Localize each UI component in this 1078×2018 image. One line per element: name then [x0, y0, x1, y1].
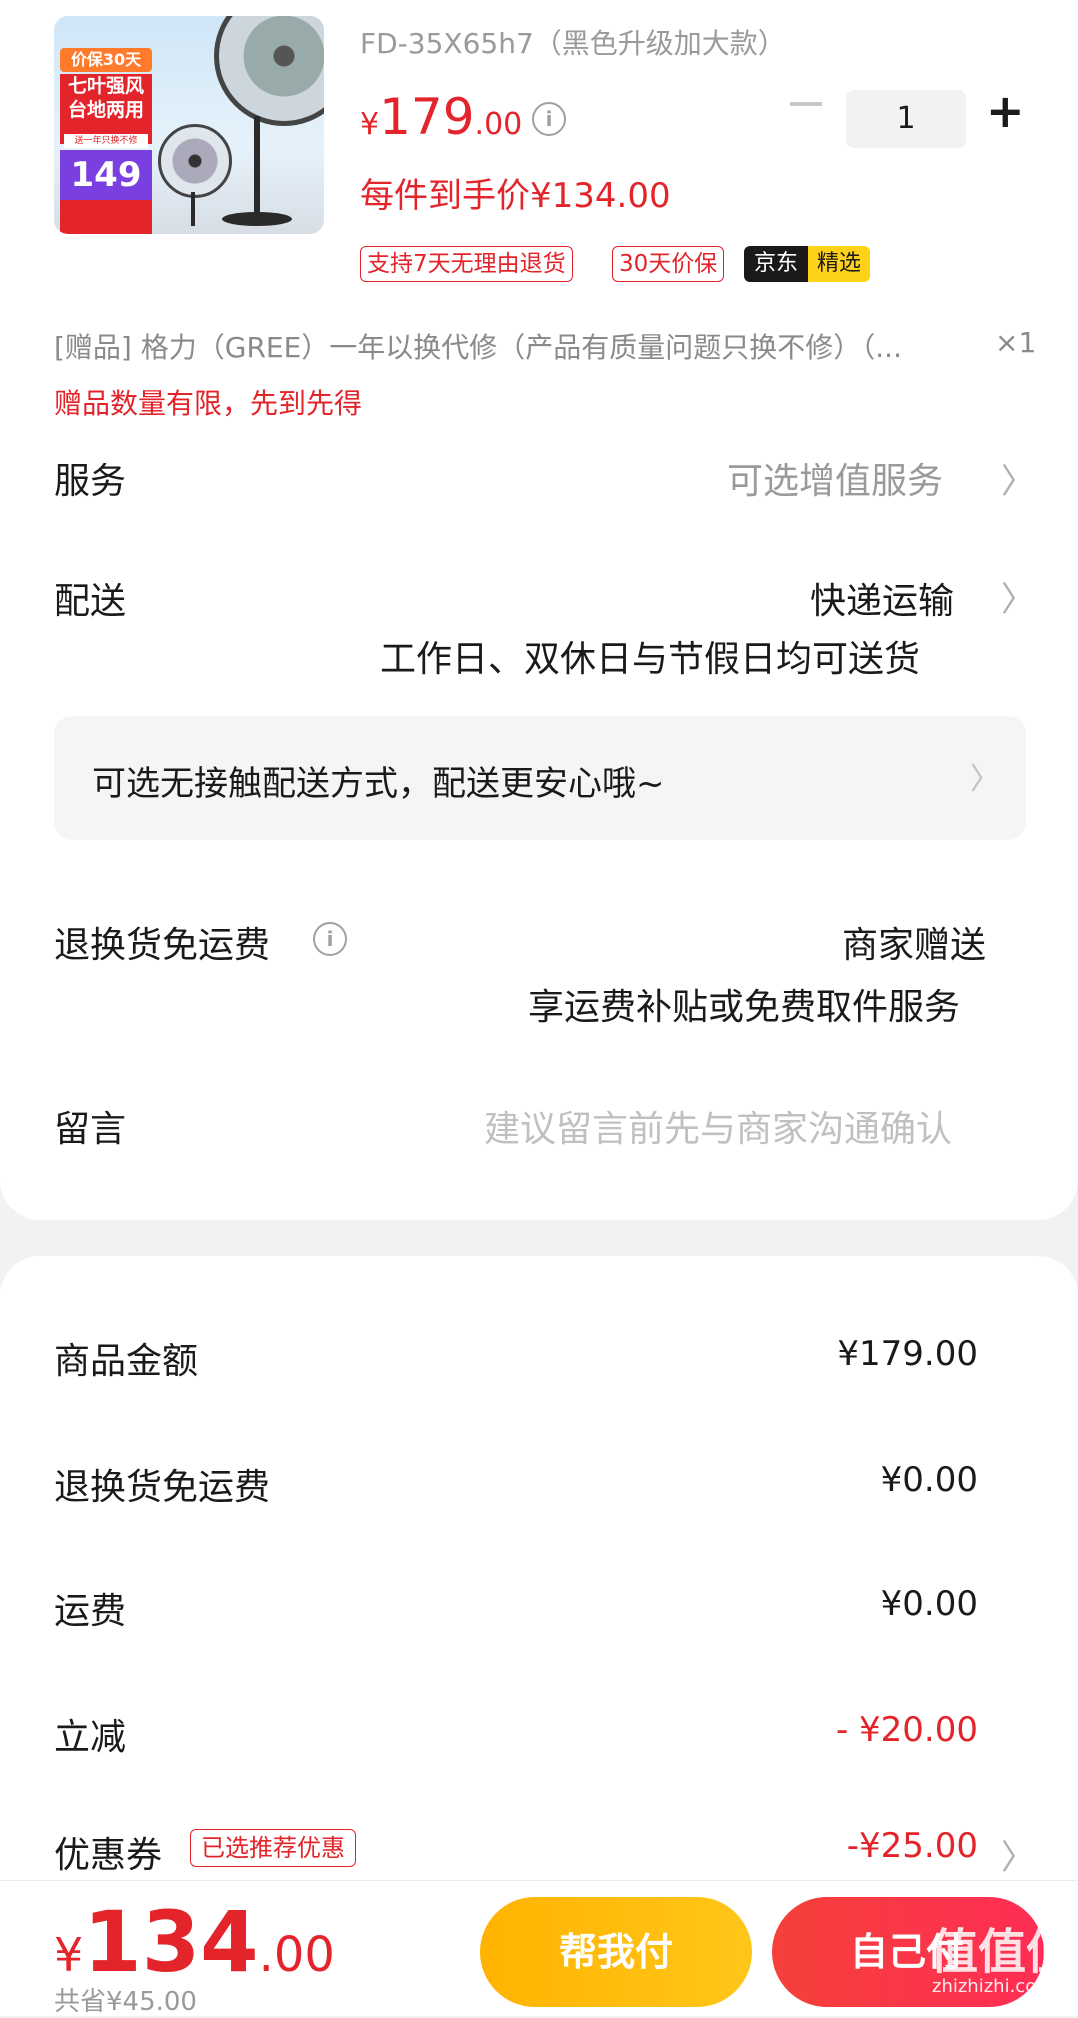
product-image[interactable]: 价保30天 七叶强风台地两用 送一年只换不修 149 — [54, 16, 324, 234]
service-label: 服务 — [54, 461, 127, 502]
return-policy-tag: 支持7天无理由退货 — [360, 246, 573, 282]
jd-label: 京东 — [744, 246, 808, 282]
gift-quantity: ×1 — [995, 326, 1037, 359]
thumbnail-promo-price: 149 — [60, 150, 152, 200]
watermark-url: zhizhizhi.com — [932, 1976, 1054, 1997]
price-protect-tag: 30天价保 — [612, 246, 725, 282]
summary-label-coupon: 优惠券 — [54, 1835, 163, 1876]
small-fan-pole-graphic — [191, 192, 195, 226]
return-shipping-value: 商家赠送 — [842, 925, 987, 966]
price-currency: ¥ — [360, 107, 380, 142]
checkout-bar: ¥134.00 共省¥45.00 帮我付 自己付 — [0, 1880, 1078, 2017]
each-final-price: 每件到手价¥134.00 — [360, 176, 671, 216]
total-saved: 共省¥45.00 — [54, 1987, 197, 2017]
small-fan-graphic — [158, 124, 232, 198]
message-label: 留言 — [54, 1109, 127, 1150]
message-input[interactable]: 建议留言前先与商家沟通确认 — [484, 1100, 952, 1152]
summary-value-coupon[interactable]: -¥25.00 — [847, 1826, 978, 1866]
summary-value-instant-discount: - ¥20.00 — [835, 1710, 978, 1750]
decrease-quantity-button[interactable] — [790, 102, 822, 106]
delivery-label: 配送 — [54, 581, 127, 622]
summary-label-return-shipping: 退换货免运费 — [54, 1467, 271, 1508]
price-info-icon[interactable]: i — [532, 102, 566, 136]
return-shipping-label: 退换货免运费 — [54, 925, 271, 966]
return-shipping-info-icon[interactable]: i — [313, 922, 347, 956]
fan-base-graphic — [222, 212, 292, 226]
delivery-chevron-icon[interactable]: 〉 — [1001, 572, 1035, 621]
thumbnail-sub: 送一年只换不修 — [64, 134, 148, 148]
help-me-pay-button[interactable]: 帮我付 — [480, 1897, 752, 2007]
total-decimal: .00 — [258, 1927, 335, 1983]
product-price: ¥179.00 — [360, 88, 522, 146]
contactless-chevron-icon: 〉 — [970, 762, 1000, 797]
coupon-chevron-icon[interactable]: 〉 — [1001, 1830, 1035, 1879]
thumbnail-tags — [60, 200, 152, 234]
total-price: ¥134.00 — [54, 1893, 335, 1991]
service-chevron-icon[interactable]: 〉 — [1001, 454, 1035, 503]
summary-label-goods: 商品金额 — [54, 1341, 199, 1382]
delivery-value[interactable]: 快递运输 — [810, 572, 954, 624]
return-shipping-detail: 享运费补贴或免费取件服务 — [528, 987, 961, 1028]
gift-notice: 赠品数量有限，先到先得 — [54, 387, 363, 420]
increase-quantity-button[interactable]: + — [986, 84, 1025, 138]
summary-value-goods: ¥179.00 — [837, 1334, 978, 1374]
service-value[interactable]: 可选增值服务 — [727, 452, 943, 504]
total-integer: 134 — [83, 1893, 259, 1991]
summary-label-shipping: 运费 — [54, 1591, 127, 1632]
price-protect-badge: 价保30天 — [60, 48, 152, 72]
quantity-field[interactable]: 1 — [846, 90, 966, 148]
fan-pole-graphic — [254, 116, 260, 226]
summary-label-instant-discount: 立减 — [54, 1717, 127, 1758]
contactless-delivery-option[interactable]: 可选无接触配送方式，配送更安心哦~ 〉 — [54, 716, 1026, 840]
gift-item[interactable]: [赠品] 格力（GREE）一年以换代修（产品有质量问题只换不修）（... — [54, 326, 902, 366]
product-model: FD-35X65h7（黑色升级加大款） — [360, 27, 786, 60]
fan-head-graphic — [214, 16, 324, 126]
price-decimal: .00 — [474, 107, 523, 142]
delivery-detail: 工作日、双休日与节假日均可送货 — [380, 639, 921, 680]
summary-value-shipping: ¥0.00 — [880, 1584, 978, 1624]
summary-value-return-shipping: ¥0.00 — [880, 1460, 978, 1500]
watermark-logo: 值值值 — [930, 1924, 1075, 1980]
total-currency: ¥ — [54, 1928, 84, 1982]
coupon-selected-tag[interactable]: 已选推荐优惠 — [190, 1829, 356, 1867]
contactless-delivery-text: 可选无接触配送方式，配送更安心哦~ — [92, 764, 665, 804]
jd-selected-label: 精选 — [808, 246, 870, 282]
price-integer: 179 — [379, 88, 475, 146]
